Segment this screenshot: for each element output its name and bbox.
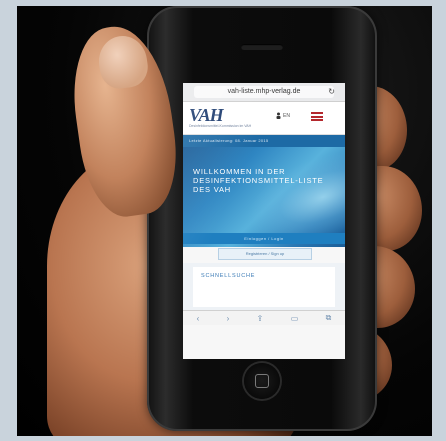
photo-frame: vah-liste.mhp-verlag.de ↻ VAH Desinfekti… — [0, 0, 446, 441]
browser-address-bar: vah-liste.mhp-verlag.de ↻ — [183, 83, 345, 102]
phone-screen: vah-liste.mhp-verlag.de ↻ VAH Desinfekti… — [183, 83, 345, 359]
hero-banner: Willkommen in der Desinfektionsmittel-Li… — [183, 147, 345, 247]
hero-title: Willkommen in der Desinfektionsmittel-Li… — [193, 167, 324, 194]
smartphone: vah-liste.mhp-verlag.de ↻ VAH Desinfekti… — [147, 6, 377, 431]
quick-search-title: Schnellsuche — [201, 273, 256, 279]
back-icon[interactable]: ‹ — [197, 314, 200, 323]
browser-toolbar: ‹ › ⇪ ▭ ⧉ — [183, 310, 345, 325]
home-button[interactable] — [244, 363, 280, 399]
quick-search-panel: Schnellsuche — [183, 263, 345, 313]
share-icon[interactable]: ⇪ — [257, 314, 264, 323]
user-icon[interactable] — [276, 112, 281, 119]
last-update-strip: Letzte Aktualisierung: 08. Januar 2015 — [183, 135, 345, 147]
tabs-icon[interactable]: ⧉ — [326, 313, 332, 323]
logo-subtitle: Desinfektionsmittel-Kommission im VAH — [189, 124, 252, 128]
bookmarks-icon[interactable]: ▭ — [291, 314, 299, 323]
login-button[interactable]: Einloggen / Login — [183, 233, 345, 244]
quick-search-card: Schnellsuche — [193, 267, 335, 307]
vah-logo[interactable]: VAH — [189, 105, 224, 126]
url-field[interactable]: vah-liste.mhp-verlag.de — [194, 86, 334, 98]
earpiece-speaker — [241, 44, 283, 50]
hamburger-menu-icon[interactable] — [311, 112, 323, 121]
home-square-icon — [255, 374, 269, 388]
forward-icon[interactable]: › — [227, 314, 230, 323]
reload-icon[interactable]: ↻ — [328, 87, 335, 96]
photo: vah-liste.mhp-verlag.de ↻ VAH Desinfekti… — [17, 6, 432, 436]
site-header: VAH Desinfektionsmittel-Kommission im VA… — [183, 102, 345, 135]
register-button[interactable]: Registrieren / Sign up — [218, 248, 312, 260]
language-switch[interactable]: EN — [283, 113, 290, 119]
hero-background-wave — [234, 147, 345, 247]
